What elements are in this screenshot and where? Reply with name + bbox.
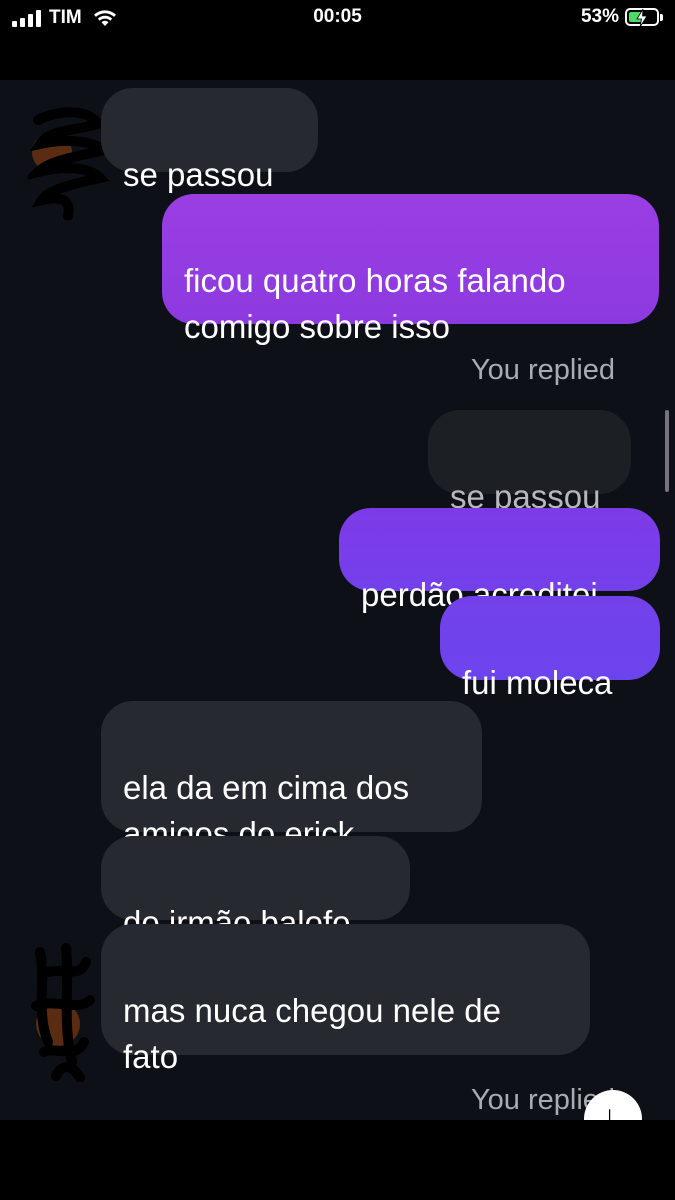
battery-tip bbox=[660, 13, 663, 21]
bottom-bar bbox=[0, 1120, 675, 1200]
scrollbar[interactable] bbox=[665, 410, 669, 492]
chat-thread[interactable]: se passou ficou quatro horas falando com… bbox=[0, 80, 675, 1120]
message-text: fui moleca bbox=[462, 664, 613, 701]
contact-avatar-icon[interactable] bbox=[21, 100, 116, 225]
message-bubble[interactable]: se passou bbox=[101, 88, 318, 193]
status-right: 53% bbox=[581, 6, 663, 28]
message-bubble[interactable]: ela da em cima dos amigos do erick bbox=[101, 701, 482, 852]
message-text: se passou bbox=[123, 156, 274, 193]
status-time: 00:05 bbox=[313, 6, 362, 27]
battery-percent: 53% bbox=[580, 6, 619, 27]
message-text: mas nuca chegou nele de fato bbox=[123, 992, 501, 1075]
message-text: ficou quatro horas falando comigo sobre … bbox=[184, 262, 566, 345]
you-replied-label: You replied bbox=[471, 354, 616, 386]
bolt-icon bbox=[636, 9, 648, 27]
message-bubble-sent[interactable]: perdão acreditei bbox=[339, 508, 660, 613]
message-bubble[interactable]: mas nuca chegou nele de fato bbox=[101, 924, 590, 1075]
message-bubble-sent[interactable]: fui moleca bbox=[440, 596, 660, 701]
message-bubble-sent[interactable]: ficou quatro horas falando comigo sobre … bbox=[162, 194, 659, 345]
contact-avatar-icon[interactable] bbox=[26, 942, 100, 1087]
status-bar: TIM 00:05 53% bbox=[0, 0, 675, 80]
replied-to-message[interactable]: se passou bbox=[428, 410, 631, 515]
battery-charging-icon bbox=[625, 8, 659, 27]
message-bubble[interactable]: do irmão balofo bbox=[101, 836, 410, 941]
